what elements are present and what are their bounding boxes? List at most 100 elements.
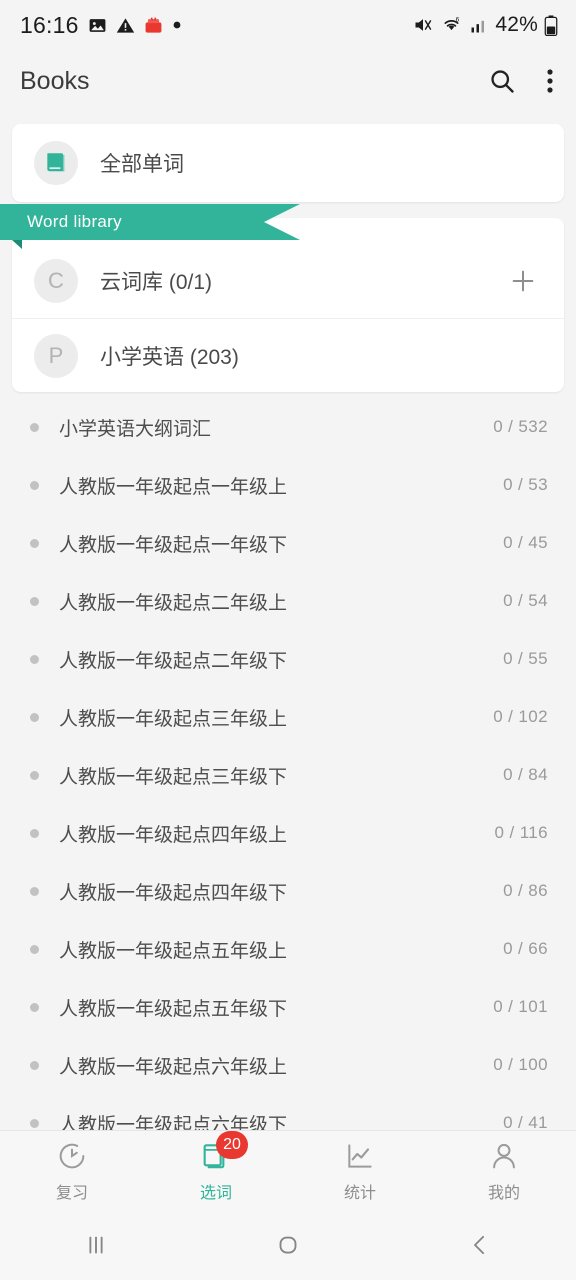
book-count: 0 / 54 — [503, 591, 548, 610]
image-icon — [89, 18, 105, 32]
bottom-navigation: 复习 20 选词 统计 我的 — [0, 1130, 576, 1210]
book-list-item[interactable]: 人教版一年级起点三年级下 0 / 84 — [0, 746, 576, 804]
word-library-ribbon: Word library — [0, 204, 300, 240]
recents-button[interactable] — [0, 1230, 192, 1260]
bullet-icon — [30, 596, 39, 606]
book-list-item[interactable]: 人教版一年级起点四年级下 0 / 86 — [0, 862, 576, 920]
bullet-icon — [30, 538, 39, 548]
page-title: Books — [20, 66, 90, 95]
book-list-item[interactable]: 小学英语大纲词汇 0 / 532 — [0, 398, 576, 456]
bullet-icon — [30, 654, 39, 664]
avatar-letter: P — [48, 342, 64, 368]
book-count: 0 / 66 — [503, 939, 548, 958]
android-navigation-bar — [0, 1210, 576, 1280]
all-words-label: 全部单词 — [100, 153, 184, 176]
nav-label: 我的 — [487, 1184, 520, 1202]
bullet-icon — [30, 886, 39, 896]
avatar: P — [34, 333, 78, 378]
book-name: 人教版一年级起点一年级下 — [59, 534, 288, 556]
book-list-item[interactable]: 人教版一年级起点一年级下 0 / 45 — [0, 514, 576, 572]
book-count: 0 / 53 — [503, 475, 548, 494]
book-list-item[interactable]: 人教版一年级起点六年级上 0 / 100 — [0, 1036, 576, 1094]
book-count: 0 / 55 — [503, 649, 548, 668]
volume-mute-icon — [415, 19, 432, 31]
book-count: 0 / 84 — [503, 765, 548, 784]
library-row-label: 云词库 (0/1) — [100, 271, 213, 294]
avatar: C — [34, 259, 78, 303]
nav-item-review[interactable]: 复习 — [0, 1131, 144, 1210]
clock-icon — [59, 1143, 85, 1168]
book-list-item[interactable]: 人教版一年级起点五年级上 0 / 66 — [0, 920, 576, 978]
book-count: 0 / 45 — [503, 533, 548, 552]
book-count: 0 / 86 — [503, 881, 548, 900]
avatar-letter: C — [48, 268, 64, 293]
status-bar-left: 16:16 — [20, 12, 182, 39]
book-list: 小学英语大纲词汇 0 / 532 人教版一年级起点一年级上 0 / 53 人教版一年级起… — [0, 398, 576, 1152]
plus-icon[interactable] — [508, 266, 538, 296]
bullet-icon — [30, 1060, 39, 1070]
more-vertical-icon[interactable] — [546, 67, 554, 95]
book-name: 人教版一年级起点二年级上 — [59, 592, 288, 614]
app-bar: Books — [0, 50, 576, 112]
nav-label: 选词 — [199, 1184, 232, 1202]
bullet-icon — [30, 1002, 39, 1012]
list-item[interactable]: P 小学英语 (203) — [12, 318, 564, 392]
ribbon-fold — [12, 240, 22, 249]
all-words-card[interactable]: 全部单词 — [12, 124, 564, 202]
all-words-icon-bg — [34, 141, 78, 185]
battery-icon — [544, 14, 558, 36]
nav-label: 复习 — [55, 1184, 88, 1202]
book-name: 人教版一年级起点六年级上 — [59, 1056, 288, 1078]
status-bar: 16:16 6 42% — [0, 0, 576, 50]
library-row-label: 小学英语 (203) — [100, 345, 239, 369]
book-name: 人教版一年级起点二年级下 — [59, 650, 288, 672]
book-name: 人教版一年级起点三年级下 — [59, 766, 288, 788]
list-item[interactable]: C 云词库 (0/1) — [12, 244, 564, 318]
book-list-item[interactable]: 人教版一年级起点四年级上 0 / 116 — [0, 804, 576, 862]
book-count: 0 / 532 — [493, 417, 548, 436]
book-list-item[interactable]: 人教版一年级起点一年级上 0 / 53 — [0, 456, 576, 514]
chart-icon — [348, 1143, 372, 1168]
nav-icon-wrap: 20 — [196, 1130, 248, 1173]
nav-item-statistics[interactable]: 统计 — [288, 1131, 432, 1210]
book-list-item[interactable]: 人教版一年级起点五年级下 0 / 101 — [0, 978, 576, 1036]
badge: 20 — [216, 1130, 248, 1159]
book-list-item[interactable]: 人教版一年级起点三年级上 0 / 102 — [0, 688, 576, 746]
book-name: 人教版一年级起点四年级上 — [59, 824, 288, 846]
book-name: 人教版一年级起点三年级上 — [59, 708, 288, 730]
book-count: 0 / 100 — [493, 1055, 548, 1074]
search-icon[interactable] — [488, 67, 516, 95]
warning-icon — [116, 17, 134, 33]
book-name: 人教版一年级起点四年级下 — [59, 882, 288, 904]
status-bar-right: 6 42% — [412, 13, 558, 37]
nav-item-mine[interactable]: 我的 — [432, 1131, 576, 1210]
back-icon — [474, 1235, 485, 1255]
phone-screen: 16:16 6 42% Books 全部单词 C 云词库 (0/1) P 小学英… — [0, 0, 576, 1280]
book-count: 0 / 101 — [493, 997, 548, 1016]
book-list-item[interactable]: 人教版一年级起点二年级上 0 / 54 — [0, 572, 576, 630]
person-icon — [493, 1143, 515, 1168]
nav-item-select-words[interactable]: 20 选词 — [144, 1130, 288, 1210]
book-name: 小学英语大纲词汇 — [59, 418, 212, 440]
recents-icon — [89, 1236, 103, 1254]
bullet-icon — [30, 828, 39, 838]
battery-percent: 42% — [495, 13, 538, 36]
signal-bars-icon — [471, 20, 485, 33]
nav-icon-wrap — [52, 1139, 92, 1173]
app-notification-icon — [145, 16, 161, 33]
nav-icon-wrap — [340, 1139, 380, 1173]
bullet-icon — [30, 944, 39, 954]
status-clock: 16:16 — [20, 11, 79, 38]
book-list-item[interactable]: 人教版一年级起点二年级下 0 / 55 — [0, 630, 576, 688]
bullet-icon — [30, 770, 39, 780]
home-button[interactable] — [192, 1230, 384, 1260]
word-library-section: C 云词库 (0/1) P 小学英语 (203) Word library — [0, 204, 576, 392]
svg-text:6: 6 — [456, 17, 460, 24]
book-name: 人教版一年级起点一年级上 — [59, 476, 288, 498]
book-icon — [47, 153, 65, 172]
nav-label: 统计 — [343, 1184, 376, 1202]
word-library-card: C 云词库 (0/1) P 小学英语 (203) — [12, 218, 564, 392]
back-button[interactable] — [384, 1230, 576, 1260]
book-name: 人教版一年级起点五年级上 — [59, 940, 288, 962]
bullet-icon — [30, 712, 39, 722]
